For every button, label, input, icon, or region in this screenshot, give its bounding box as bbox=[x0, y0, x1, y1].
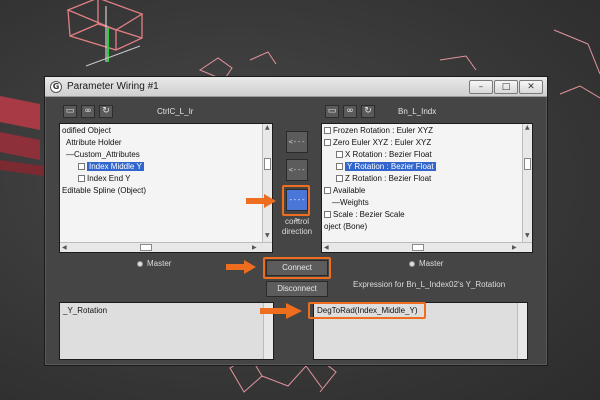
refresh-icon[interactable]: ↻ bbox=[99, 105, 113, 118]
tree-item[interactable]: Index End Y bbox=[78, 173, 130, 184]
scroll-right-icon[interactable]: ▶ bbox=[252, 244, 257, 251]
tree-item[interactable]: oject (Bone) bbox=[324, 221, 367, 232]
scroll-left-icon[interactable]: ◀ bbox=[62, 244, 67, 251]
checkbox-icon[interactable] bbox=[336, 163, 343, 170]
right-horizontal-scrollbar[interactable]: ◀ ▶ bbox=[322, 242, 532, 252]
checkbox-icon[interactable] bbox=[78, 163, 85, 170]
right-expression-scrollbar[interactable] bbox=[517, 303, 527, 359]
scroll-up-icon[interactable]: ▲ bbox=[525, 124, 530, 131]
left-expression-scrollbar[interactable] bbox=[263, 303, 273, 359]
app-logo-icon: G bbox=[50, 81, 62, 93]
refresh-icon[interactable]: ↻ bbox=[361, 105, 375, 118]
left-vertical-scrollbar[interactable]: ▲ ▼ bbox=[262, 124, 272, 242]
scroll-down-icon[interactable]: ▼ bbox=[525, 232, 530, 239]
tree-item[interactable]: —Custom_Attributes bbox=[66, 149, 140, 160]
tree-item[interactable]: X Rotation : Bezier Float bbox=[336, 149, 432, 160]
checkbox-icon[interactable] bbox=[324, 127, 331, 134]
expression-label: Expression for Bn_L_Index02's Y_Rotation bbox=[353, 280, 506, 289]
minimize-button[interactable]: – bbox=[469, 80, 493, 94]
maximize-button[interactable]: □ bbox=[494, 80, 518, 94]
disconnect-button[interactable]: Disconnect bbox=[266, 281, 328, 297]
left-tree-view[interactable]: odified Object Attribute Holder —Custom_… bbox=[59, 123, 273, 253]
scroll-thumb[interactable] bbox=[524, 158, 531, 170]
control-direction-label-line2: direction bbox=[281, 227, 313, 236]
checkbox-icon[interactable] bbox=[336, 151, 343, 158]
right-expression-textarea[interactable]: DegToRad(Index_Middle_Y) bbox=[313, 302, 528, 360]
right-vertical-scrollbar[interactable]: ▲ ▼ bbox=[522, 124, 532, 242]
scroll-up-icon[interactable]: ▲ bbox=[265, 124, 270, 131]
checkbox-icon[interactable] bbox=[324, 211, 331, 218]
tree-item[interactable]: Zero Euler XYZ : Euler XYZ bbox=[324, 137, 431, 148]
left-master-radio[interactable]: Master bbox=[137, 259, 171, 268]
control-direction-label-line1: control bbox=[284, 217, 309, 226]
tree-item[interactable]: Z Rotation : Bezier Float bbox=[336, 173, 431, 184]
scroll-down-icon[interactable]: ▼ bbox=[265, 232, 270, 239]
checkbox-icon[interactable] bbox=[324, 187, 331, 194]
right-master-radio[interactable]: Master bbox=[409, 259, 443, 268]
scroll-thumb[interactable] bbox=[264, 158, 271, 170]
tree-item[interactable]: Frozen Rotation : Euler XYZ bbox=[324, 125, 433, 136]
two-way-direction-button[interactable]: <---> bbox=[286, 131, 308, 166]
scroll-thumb[interactable] bbox=[140, 244, 152, 251]
tree-item-selected[interactable]: Index Middle Y bbox=[78, 161, 144, 172]
binoculars-icon[interactable]: ∞ bbox=[81, 105, 95, 118]
tree-item[interactable]: Available bbox=[324, 185, 365, 196]
right-to-left-direction-button[interactable]: <---- bbox=[286, 159, 308, 194]
tree-item[interactable]: Scale : Bezier Scale bbox=[324, 209, 405, 220]
left-node-name: CtrlC_L_Ir bbox=[157, 107, 194, 116]
folder-icon[interactable]: ▭ bbox=[63, 105, 77, 118]
scroll-thumb[interactable] bbox=[412, 244, 424, 251]
tree-item[interactable]: Editable Spline (Object) bbox=[62, 185, 146, 196]
left-expression-text: _Y_Rotation bbox=[63, 306, 108, 315]
right-node-name: Bn_L_Indx bbox=[398, 107, 437, 116]
right-tree-view[interactable]: Frozen Rotation : Euler XYZ Zero Euler X… bbox=[321, 123, 533, 253]
radio-icon[interactable] bbox=[409, 261, 415, 267]
checkbox-icon[interactable] bbox=[78, 175, 85, 182]
radio-icon[interactable] bbox=[137, 261, 143, 267]
folder-icon[interactable]: ▭ bbox=[325, 105, 339, 118]
binoculars-icon[interactable]: ∞ bbox=[343, 105, 357, 118]
checkbox-icon[interactable] bbox=[336, 175, 343, 182]
scroll-left-icon[interactable]: ◀ bbox=[324, 244, 329, 251]
left-expression-textarea[interactable]: _Y_Rotation bbox=[59, 302, 274, 360]
tree-item-selected[interactable]: Y Rotation : Bezier Float bbox=[336, 161, 436, 172]
tree-item[interactable]: Attribute Holder bbox=[66, 137, 122, 148]
scroll-right-icon[interactable]: ▶ bbox=[512, 244, 517, 251]
tree-item[interactable]: odified Object bbox=[62, 125, 111, 136]
parameter-wiring-dialog: G Parameter Wiring #1 – □ ✕ ▭ ∞ ↻ CtrlC_… bbox=[44, 76, 548, 366]
left-to-right-direction-button[interactable]: ----> bbox=[286, 189, 308, 224]
left-horizontal-scrollbar[interactable]: ◀ ▶ bbox=[60, 242, 272, 252]
right-expression-text: DegToRad(Index_Middle_Y) bbox=[317, 306, 418, 315]
window-title: Parameter Wiring #1 bbox=[67, 81, 159, 92]
tree-item[interactable]: —Weights bbox=[332, 197, 369, 208]
close-button[interactable]: ✕ bbox=[519, 80, 543, 94]
title-bar: G Parameter Wiring #1 – □ ✕ bbox=[45, 77, 547, 97]
checkbox-icon[interactable] bbox=[324, 139, 331, 146]
connect-button[interactable]: Connect bbox=[266, 260, 328, 276]
